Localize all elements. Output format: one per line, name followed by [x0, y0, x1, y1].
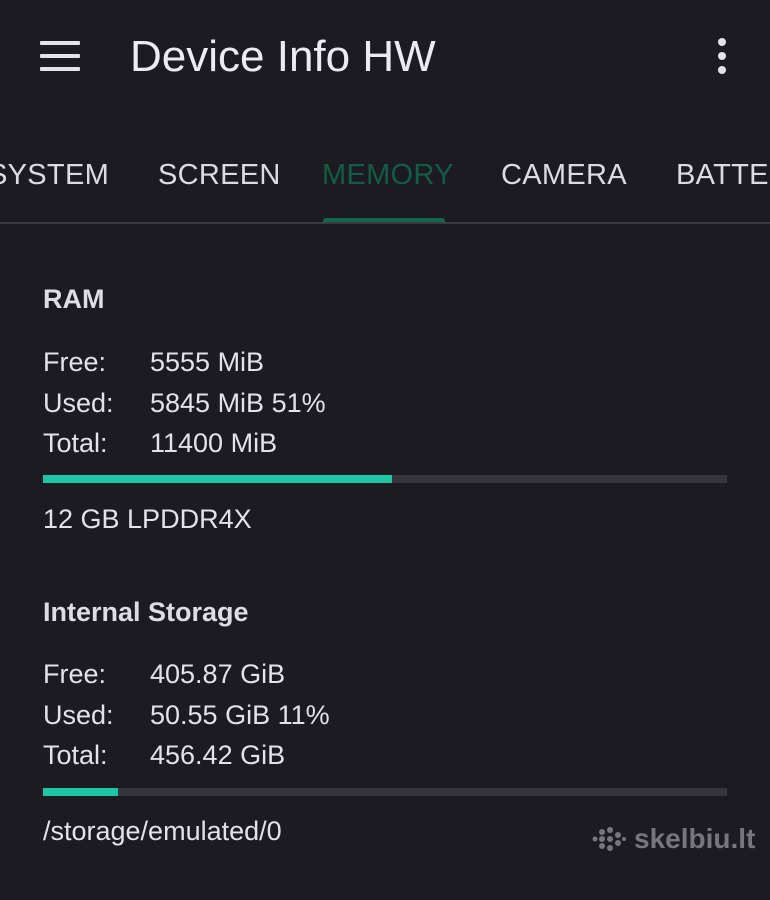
hamburger-menu-icon[interactable] [36, 38, 84, 74]
ram-used-value: 5845 MiB 51% [150, 388, 326, 418]
storage-free-value: 405.87 GiB [150, 659, 286, 689]
tab-indicator [323, 218, 445, 222]
storage-used-label: Used: [43, 700, 114, 730]
tab-camera[interactable]: CAMERA [501, 158, 627, 192]
storage-path: /storage/emulated/0 [43, 816, 282, 846]
app-bar: Device Info HW [0, 0, 770, 118]
skelbiu-logo-icon [592, 827, 626, 851]
ram-usage-bar-fill [43, 475, 392, 483]
storage-used-row: Used: 50.55 GiB 11% [43, 698, 330, 732]
storage-total-label: Total: [43, 740, 108, 770]
ram-free-label: Free: [43, 347, 107, 377]
storage-section-title: Internal Storage [43, 597, 249, 627]
ram-usage-bar [43, 475, 727, 483]
ram-total-row: Total: 11400 MiB [43, 426, 277, 460]
storage-usage-bar [43, 788, 727, 796]
more-vert-icon[interactable] [706, 34, 738, 78]
ram-total-label: Total: [43, 428, 108, 458]
storage-usage-bar-fill [43, 788, 119, 796]
tab-system[interactable]: SYSTEM [0, 158, 109, 192]
ram-used-row: Used: 5845 MiB 51% [43, 386, 326, 420]
ram-free-value: 5555 MiB [150, 347, 265, 377]
ram-used-label: Used: [43, 388, 114, 418]
storage-used-value: 50.55 GiB 11% [150, 700, 330, 730]
app-title: Device Info HW [130, 32, 436, 81]
tab-bar: SYSTEM SCREEN MEMORY CAMERA BATTE [0, 118, 770, 224]
ram-total-value: 11400 MiB [150, 428, 278, 458]
storage-total-value: 456.42 GiB [150, 740, 286, 770]
storage-total-row: Total: 456.42 GiB [43, 738, 285, 772]
tab-screen[interactable]: SCREEN [158, 158, 281, 192]
ram-section-title: RAM [43, 284, 105, 314]
storage-free-label: Free: [43, 659, 107, 689]
watermark: skelbiu.lt [592, 822, 755, 856]
storage-free-row: Free: 405.87 GiB [43, 657, 285, 691]
ram-free-row: Free: 5555 MiB [43, 345, 264, 379]
tab-battery[interactable]: BATTE [676, 158, 769, 192]
ram-type: 12 GB LPDDR4X [43, 504, 252, 534]
watermark-text: skelbiu.lt [634, 823, 756, 854]
tab-memory[interactable]: MEMORY [322, 158, 454, 192]
